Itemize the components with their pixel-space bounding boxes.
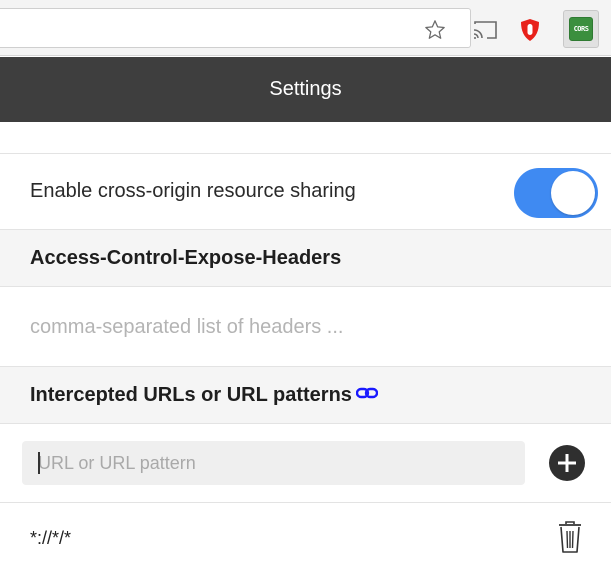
- intercepted-urls-section-header: Intercepted URLs or URL patterns: [0, 366, 611, 424]
- cors-toggle-label: Enable cross-origin resource sharing: [30, 180, 356, 202]
- list-item: *://*/*: [0, 502, 611, 578]
- cors-extension-icon: CORS: [569, 17, 593, 41]
- toggle-knob: [551, 171, 595, 215]
- add-url-button[interactable]: [549, 445, 585, 481]
- expose-headers-section-header: Access-Control-Expose-Headers: [0, 229, 611, 287]
- expose-headers-title: Access-Control-Expose-Headers: [30, 247, 342, 269]
- plus-circle-icon: [558, 454, 576, 472]
- text-caret: [38, 452, 40, 474]
- expose-headers-input[interactable]: [30, 305, 590, 349]
- intercepted-urls-title-text: Intercepted URLs or URL patterns: [30, 384, 352, 406]
- cors-toggle-switch[interactable]: [514, 168, 598, 218]
- url-pattern-input[interactable]: [22, 441, 525, 485]
- page-title: Settings: [0, 57, 611, 122]
- cors-toggle-row: Enable cross-origin resource sharing: [0, 154, 611, 230]
- cors-extension-button[interactable]: CORS: [563, 10, 599, 48]
- cast-icon[interactable]: [472, 20, 498, 40]
- star-icon[interactable]: [424, 19, 446, 41]
- trash-icon[interactable]: [557, 520, 583, 554]
- intercepted-urls-title: Intercepted URLs or URL patterns: [30, 384, 378, 407]
- browser-toolbar: CORS: [0, 0, 611, 56]
- link-icon[interactable]: [355, 387, 378, 399]
- ublock-icon[interactable]: [518, 18, 542, 42]
- address-bar[interactable]: [0, 8, 471, 48]
- url-pattern-text: *://*/*: [30, 528, 72, 548]
